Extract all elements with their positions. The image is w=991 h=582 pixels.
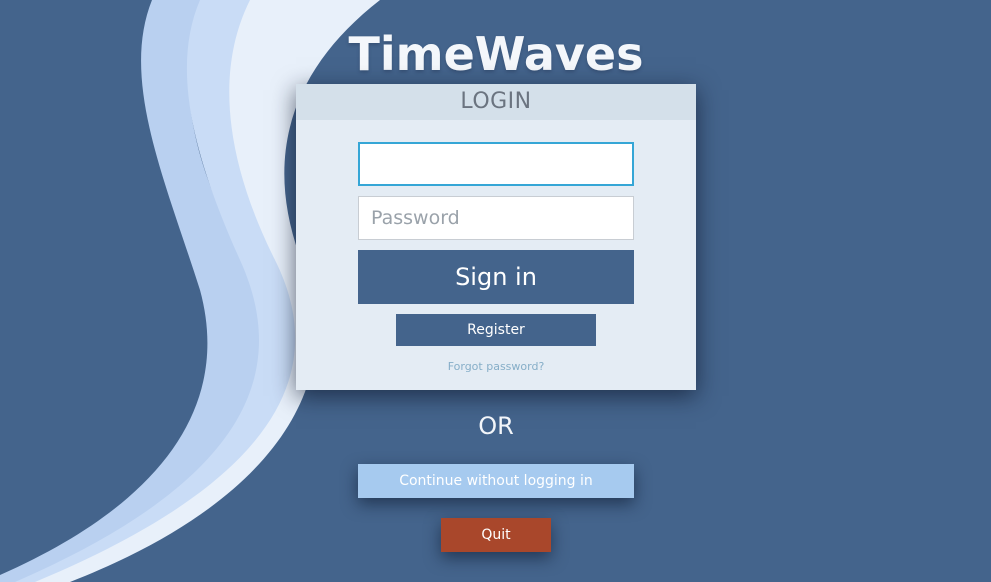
continue-without-login-button[interactable]: Continue without logging in bbox=[358, 464, 634, 498]
app-logo: TimeWaves bbox=[348, 27, 644, 81]
login-panel: LOGIN Sign in Register Forgot password? bbox=[296, 84, 696, 390]
register-button[interactable]: Register bbox=[396, 314, 596, 346]
quit-button[interactable]: Quit bbox=[441, 518, 551, 552]
forgot-password-link[interactable]: Forgot password? bbox=[296, 360, 696, 373]
username-input[interactable] bbox=[358, 142, 634, 186]
password-input[interactable] bbox=[358, 196, 634, 240]
or-separator: OR bbox=[478, 412, 514, 440]
login-panel-title: LOGIN bbox=[296, 84, 696, 120]
app-window: TimeWaves LOGIN Sign in Register Forgot … bbox=[0, 0, 991, 582]
sign-in-button[interactable]: Sign in bbox=[358, 250, 634, 304]
